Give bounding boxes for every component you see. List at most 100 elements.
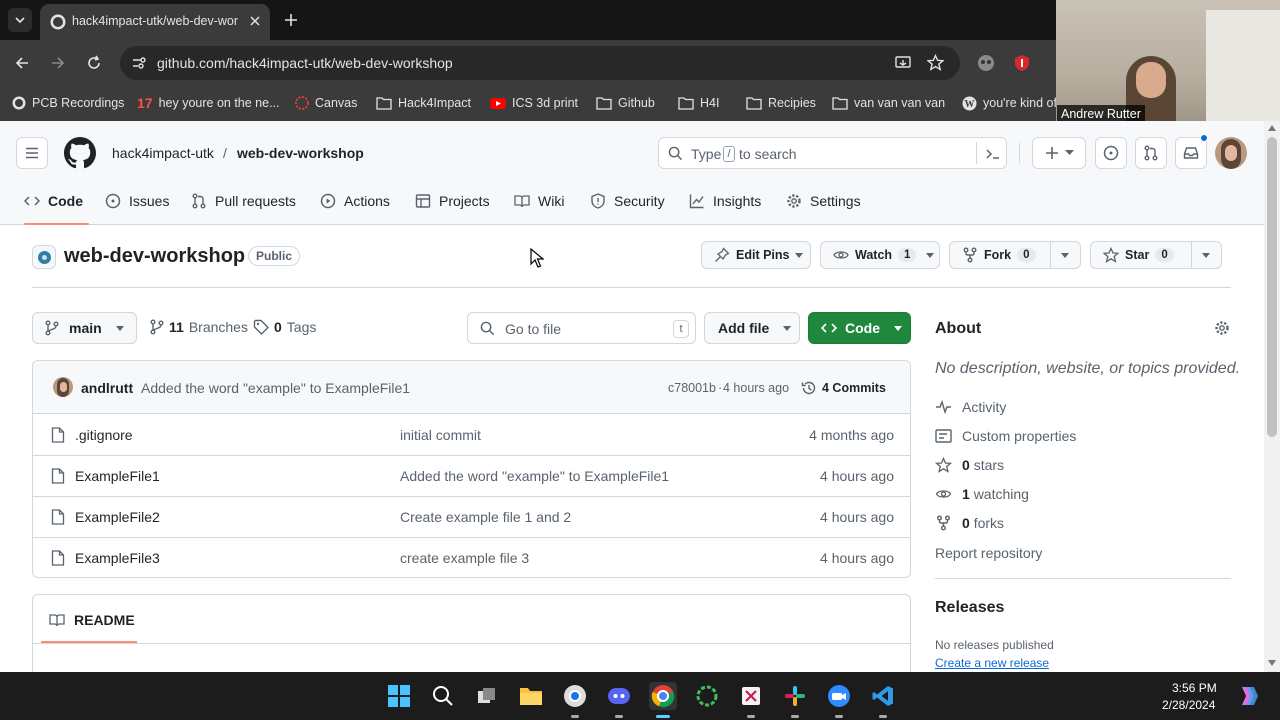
custom-properties-link[interactable]: Custom properties (935, 428, 1076, 444)
github-logo-icon[interactable] (64, 137, 96, 169)
reload-icon[interactable] (86, 55, 102, 71)
commit-sha[interactable]: c78001b (668, 381, 716, 395)
tab-projects[interactable]: Projects (415, 191, 490, 211)
extension-icon[interactable] (977, 54, 995, 72)
file-icon (51, 509, 65, 525)
chrome-button[interactable] (649, 682, 677, 718)
branches-link[interactable]: 11 Branches (150, 319, 248, 335)
issues-button[interactable] (1095, 137, 1127, 169)
back-icon[interactable] (14, 55, 30, 71)
bookmark-recipies[interactable]: Recipies (746, 93, 816, 113)
menu-button[interactable] (16, 137, 48, 169)
file-commit-message[interactable]: initial commit (400, 427, 481, 443)
page-scrollbar[interactable] (1264, 121, 1280, 672)
address-bar[interactable]: github.com/hack4impact-utk/web-dev-works… (120, 46, 960, 80)
active-tab[interactable]: hack4impact-utk/web-dev-wor (40, 4, 270, 40)
stars-link[interactable]: 0 stars (935, 457, 1004, 473)
commits-link[interactable]: 4 Commits (801, 380, 886, 396)
snipping-tool-button[interactable] (737, 682, 765, 718)
tab-actions[interactable]: Actions (320, 191, 390, 211)
bookmark-github[interactable]: Github (596, 93, 655, 113)
file-commit-message[interactable]: Create example file 1 and 2 (400, 509, 571, 525)
discord-button[interactable] (605, 682, 633, 718)
tab-close-icon[interactable] (248, 14, 262, 28)
forks-link[interactable]: 0 forks (935, 515, 1004, 531)
install-app-icon[interactable] (895, 55, 911, 71)
file-name[interactable]: ExampleFile3 (75, 550, 160, 566)
bookmark-pcb-recordings[interactable]: PCB Recordings (12, 93, 124, 113)
file-commit-message[interactable]: create example file 3 (400, 550, 529, 566)
scroll-up-icon[interactable] (1268, 125, 1276, 131)
bookmark-ics-3d-print[interactable]: ICS 3d print (490, 93, 578, 113)
fork-button[interactable]: Fork 0 (949, 241, 1081, 269)
breadcrumb-repo[interactable]: web-dev-workshop (237, 145, 364, 161)
create-release-link[interactable]: Create a new release (935, 656, 1049, 670)
tab-pull-requests[interactable]: Pull requests (191, 191, 296, 211)
task-view-button[interactable] (473, 682, 501, 710)
clock-time[interactable]: 3:56 PM (1172, 681, 1217, 695)
repo-title[interactable]: web-dev-workshop (64, 245, 245, 268)
tab-search-button[interactable] (8, 8, 32, 32)
watch-button[interactable]: Watch 1 (820, 241, 940, 269)
command-palette-icon[interactable] (985, 146, 1001, 162)
commit-message[interactable]: Added the word "example" to ExampleFile1 (141, 380, 410, 396)
taskbar-search-button[interactable] (429, 682, 457, 710)
bookmark-h4i[interactable]: H4I (678, 93, 719, 113)
tags-link[interactable]: 0 Tags (253, 319, 316, 335)
pull-requests-button[interactable] (1135, 137, 1167, 169)
go-to-file-input[interactable]: Go to file t (467, 312, 696, 344)
repo-avatar[interactable] (32, 245, 56, 269)
add-file-button[interactable]: Add file (704, 312, 800, 344)
commit-author[interactable]: andlrutt (81, 380, 133, 396)
readme-tab[interactable]: README (49, 612, 135, 628)
caret-down-icon[interactable] (1061, 253, 1069, 258)
inbox-button[interactable] (1175, 134, 1208, 169)
start-button[interactable] (385, 682, 413, 710)
site-info-icon[interactable] (132, 56, 146, 70)
bookmark-youre-kind-of[interactable]: W you're kind of (962, 93, 1057, 113)
tab-settings[interactable]: Settings (786, 191, 861, 211)
report-repository-link[interactable]: Report repository (935, 545, 1042, 561)
bookmark-canvas[interactable]: Canvas (295, 93, 357, 113)
bookmark-hack4impact[interactable]: Hack4Impact (376, 93, 471, 113)
loading-app-button[interactable] (693, 682, 721, 710)
bookmark-van-van[interactable]: van van van van (832, 93, 945, 113)
file-commit-message[interactable]: Added the word "example" to ExampleFile1 (400, 468, 669, 484)
scrollbar-thumb[interactable] (1267, 137, 1277, 437)
chrome-profile-button[interactable] (561, 682, 589, 718)
activity-link[interactable]: Activity (935, 399, 1006, 415)
caret-down-icon[interactable] (1202, 253, 1210, 258)
breadcrumb-owner[interactable]: hack4impact-utk (112, 145, 214, 161)
forward-icon[interactable] (50, 55, 66, 71)
file-name[interactable]: ExampleFile1 (75, 468, 160, 484)
commit-author-avatar[interactable] (53, 377, 73, 397)
clock-date[interactable]: 2/28/2024 (1162, 698, 1215, 712)
star-button[interactable]: Star 0 (1090, 241, 1222, 269)
file-name[interactable]: ExampleFile2 (75, 509, 160, 525)
tab-insights[interactable]: Insights (689, 191, 761, 211)
releases-title[interactable]: Releases (935, 599, 1004, 617)
edit-pins-button[interactable]: Edit Pins (701, 241, 811, 269)
tab-wiki[interactable]: Wiki (514, 191, 564, 211)
create-new-button[interactable] (1032, 137, 1086, 169)
user-avatar[interactable] (1215, 137, 1247, 169)
slack-button[interactable] (781, 682, 809, 718)
search-input[interactable]: Type / to search (658, 137, 1007, 169)
tab-code[interactable]: Code (24, 191, 83, 211)
scroll-down-icon[interactable] (1268, 660, 1276, 666)
bookmark-hey-youre[interactable]: 17 hey youre on the ne... (137, 93, 280, 113)
tab-security[interactable]: Security (590, 191, 665, 211)
branch-select[interactable]: main (32, 312, 137, 344)
bookmark-star-icon[interactable] (927, 54, 944, 71)
tab-issues[interactable]: Issues (105, 191, 169, 211)
file-explorer-button[interactable] (517, 682, 545, 710)
new-tab-icon[interactable] (284, 13, 298, 27)
file-name[interactable]: .gitignore (75, 427, 133, 443)
zoom-button[interactable] (825, 682, 853, 718)
code-button[interactable]: Code (808, 312, 911, 344)
about-settings-icon[interactable] (1214, 320, 1230, 336)
watching-link[interactable]: 1 watching (935, 486, 1029, 502)
copilot-icon[interactable] (1236, 684, 1260, 708)
vscode-button[interactable] (869, 682, 897, 718)
adblock-extension-icon[interactable] (1013, 54, 1031, 72)
